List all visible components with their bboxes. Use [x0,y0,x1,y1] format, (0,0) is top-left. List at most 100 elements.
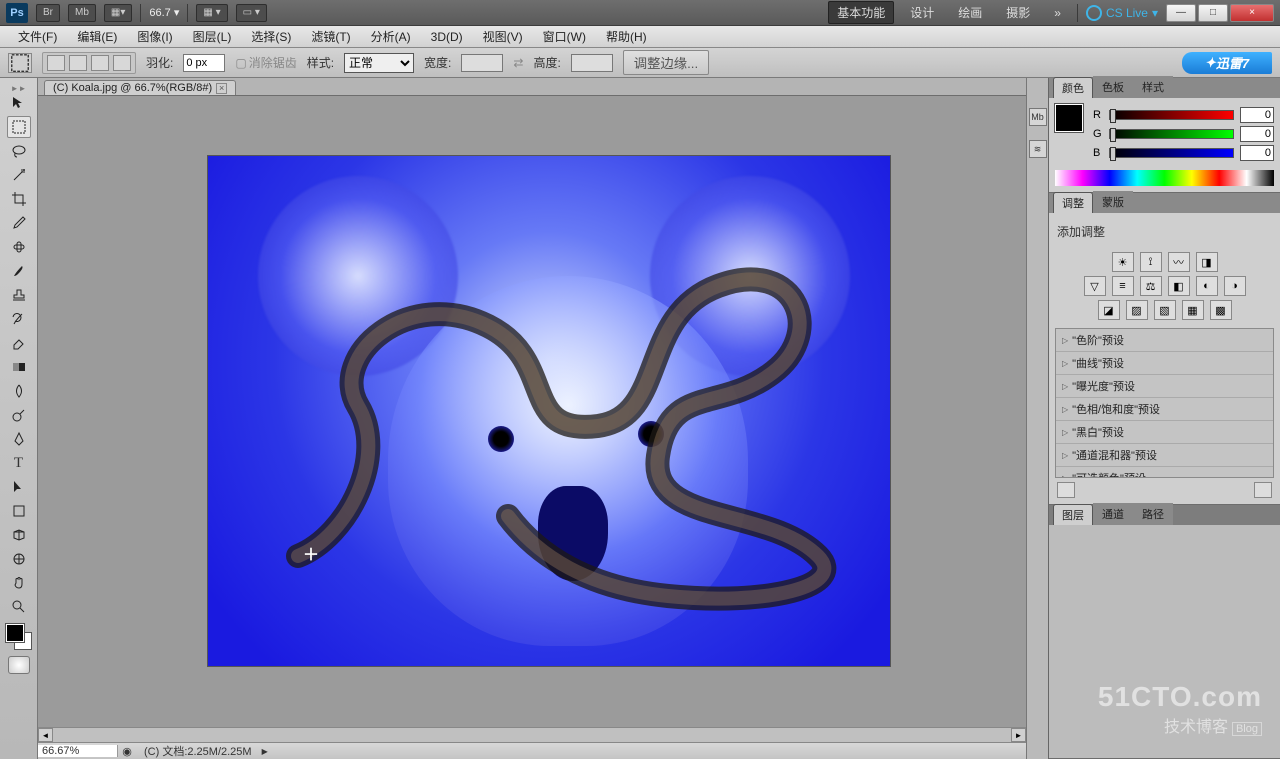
dock-history-icon[interactable]: ≋ [1029,140,1047,158]
minibridge-button[interactable]: Mb [68,4,96,22]
menu-help[interactable]: 帮助(H) [598,26,655,47]
scroll-left-icon[interactable]: ◄ [38,728,53,742]
dock-mb-icon[interactable]: Mb [1029,108,1047,126]
menu-filter[interactable]: 滤镜(T) [303,26,358,47]
r-slider[interactable] [1109,110,1234,120]
preset-item[interactable]: "可选颜色"预设 [1056,467,1273,478]
gradmap-icon[interactable]: ▦ [1182,300,1204,320]
menu-layer[interactable]: 图层(L) [185,26,240,47]
path-select-tool-icon[interactable] [7,476,31,498]
stamp-tool-icon[interactable] [7,284,31,306]
canvas-viewport[interactable]: ＋ [38,96,1026,727]
foreground-swatch[interactable] [1055,104,1083,132]
preset-item[interactable]: "曝光度"预设 [1056,375,1273,398]
levels-icon[interactable]: ⟟ [1140,252,1162,272]
selection-intersect-icon[interactable] [113,55,131,71]
menu-select[interactable]: 选择(S) [243,26,299,47]
gradient-tool-icon[interactable] [7,356,31,378]
horizontal-scrollbar[interactable]: ◄ ► [38,727,1026,742]
eraser-tool-icon[interactable] [7,332,31,354]
workspace-design[interactable]: 设计 [902,2,942,23]
hue-icon[interactable]: ≡ [1112,276,1134,296]
menu-analysis[interactable]: 分析(A) [363,26,419,47]
status-docinfo[interactable]: (C) 文档:2.25M/2.25M [136,743,260,759]
g-slider[interactable] [1109,129,1234,139]
status-zoom[interactable]: 66.67% [38,745,118,757]
xunlei-badge[interactable]: ✦迅雷7 [1182,52,1272,74]
feather-input[interactable] [183,54,225,72]
selection-add-icon[interactable] [69,55,87,71]
invert-icon[interactable]: ◪ [1098,300,1120,320]
photo-filter-icon[interactable]: ◐ [1196,276,1218,296]
preset-return-icon[interactable] [1057,482,1075,498]
mixer-icon[interactable]: ◑ [1224,276,1246,296]
tab-adjustments[interactable]: 调整 [1053,192,1093,213]
r-input[interactable] [1240,107,1274,123]
hand-tool-icon[interactable] [7,572,31,594]
refine-edge-button[interactable]: 调整边缘... [623,50,709,75]
zoom-level[interactable]: 66.7 ▾ [149,6,179,19]
tab-swatches[interactable]: 色板 [1093,76,1133,98]
window-close-button[interactable]: × [1230,4,1274,22]
document-canvas[interactable]: ＋ [208,156,890,666]
color-swatch[interactable] [6,624,32,650]
brightness-icon[interactable]: ☀ [1112,252,1134,272]
workspace-essentials[interactable]: 基本功能 [828,1,894,24]
tab-channels[interactable]: 通道 [1093,503,1133,525]
style-select[interactable]: 正常 [344,53,414,73]
menu-image[interactable]: 图像(I) [129,26,180,47]
preset-item[interactable]: "色阶"预设 [1056,329,1273,352]
selective-icon[interactable]: ▩ [1210,300,1232,320]
tab-styles[interactable]: 样式 [1133,76,1173,98]
wand-tool-icon[interactable] [7,164,31,186]
blur-tool-icon[interactable] [7,380,31,402]
curves-icon[interactable]: 〰 [1168,252,1190,272]
menu-view[interactable]: 视图(V) [475,26,531,47]
threshold-icon[interactable]: ▧ [1154,300,1176,320]
menu-edit[interactable]: 编辑(E) [69,26,125,47]
preset-item[interactable]: "色相/饱和度"预设 [1056,398,1273,421]
crop-tool-icon[interactable] [7,188,31,210]
cslive-button[interactable]: CS Live ▾ [1086,5,1158,21]
toolbox-handle[interactable]: ►► [0,84,37,90]
quickmask-icon[interactable] [8,656,30,674]
selection-subtract-icon[interactable] [91,55,109,71]
bridge-button[interactable]: Br [36,4,60,22]
tab-color[interactable]: 颜色 [1053,77,1093,98]
workspace-more[interactable]: » [1046,4,1069,22]
close-tab-icon[interactable]: × [216,83,227,94]
current-tool-icon[interactable] [8,53,32,73]
history-brush-tool-icon[interactable] [7,308,31,330]
scroll-right-icon[interactable]: ► [1011,728,1026,742]
selection-new-icon[interactable] [47,55,65,71]
dodge-tool-icon[interactable] [7,404,31,426]
menu-3d[interactable]: 3D(D) [423,28,471,46]
menu-file[interactable]: 文件(F) [10,26,65,47]
balance-icon[interactable]: ⚖ [1140,276,1162,296]
tab-paths[interactable]: 路径 [1133,503,1173,525]
brush-tool-icon[interactable] [7,260,31,282]
workspace-painting[interactable]: 绘画 [950,2,990,23]
preset-item[interactable]: "曲线"预设 [1056,352,1273,375]
status-icon[interactable]: ◉ [118,745,136,758]
arrange-button[interactable]: ▦ ▾ [196,4,227,22]
layers-body[interactable] [1049,525,1280,758]
g-input[interactable] [1240,126,1274,142]
window-minimize-button[interactable]: — [1166,4,1196,22]
shape-tool-icon[interactable] [7,500,31,522]
3d-tool-icon[interactable] [7,524,31,546]
preset-trash-icon[interactable] [1254,482,1272,498]
bw-icon[interactable]: ◧ [1168,276,1190,296]
color-spectrum[interactable] [1055,170,1274,186]
tab-layers[interactable]: 图层 [1053,504,1093,525]
tab-masks[interactable]: 蒙版 [1093,191,1133,213]
marquee-tool-icon[interactable] [7,116,31,138]
preset-item[interactable]: "通道混和器"预设 [1056,444,1273,467]
vibrance-icon[interactable]: ▽ [1084,276,1106,296]
pen-tool-icon[interactable] [7,428,31,450]
posterize-icon[interactable]: ▨ [1126,300,1148,320]
menu-window[interactable]: 窗口(W) [535,26,594,47]
document-tab[interactable]: (C) Koala.jpg @ 66.7%(RGB/8#) × [44,80,236,95]
eyedropper-tool-icon[interactable] [7,212,31,234]
move-tool-icon[interactable] [7,92,31,114]
